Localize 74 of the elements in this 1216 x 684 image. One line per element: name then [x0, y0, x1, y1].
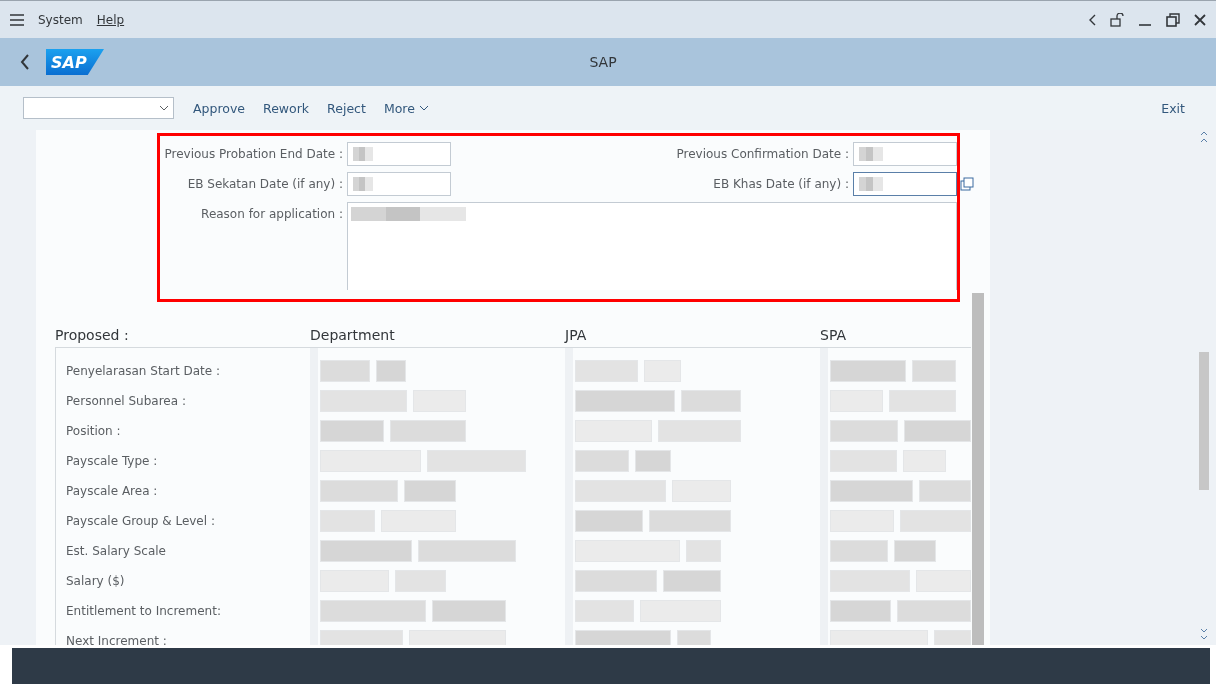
window-title: SAP: [588, 54, 618, 70]
back-icon[interactable]: [1088, 13, 1096, 26]
date-field[interactable]: [347, 172, 451, 196]
redacted-value: [900, 510, 971, 532]
redacted-value: [859, 147, 883, 161]
row-label: Payscale Area :: [65, 483, 159, 500]
menu-item[interactable]: Help: [96, 12, 125, 27]
redacted-value: [918, 480, 971, 502]
more-button[interactable]: More: [374, 96, 438, 120]
redacted-value: [353, 147, 373, 161]
toolbar-button[interactable]: Rework: [254, 96, 319, 120]
menu-item[interactable]: System: [38, 12, 83, 27]
unlock-icon[interactable]: [1110, 12, 1124, 27]
row-label: Entitlement to Increment:: [65, 603, 222, 620]
redacted-value: [859, 177, 883, 191]
back-icon[interactable]: [20, 54, 30, 70]
redacted-value: [830, 450, 897, 472]
column-header: Department: [310, 319, 565, 348]
value-help-icon[interactable]: [960, 177, 974, 191]
redacted-value: [575, 510, 643, 532]
row-label: Personnel Subarea :: [65, 393, 187, 410]
caret-icon: [418, 105, 429, 111]
column-header: Proposed :: [55, 319, 310, 348]
redacted-value: [376, 360, 406, 382]
logo: SAP: [46, 49, 104, 75]
command-field[interactable]: [23, 97, 174, 119]
field-label: EB Khas Date (if any) :: [712, 176, 850, 193]
date-field[interactable]: [853, 142, 957, 166]
scroll-down-icon[interactable]: [1200, 627, 1208, 641]
field-label: EB Sekatan Date (if any) :: [186, 176, 344, 193]
redacted-value: [575, 450, 629, 472]
close-icon[interactable]: [1194, 13, 1206, 26]
redacted-value: [681, 390, 741, 412]
row-label: Penyelarasan Start Date :: [65, 363, 221, 380]
redacted-value: [686, 540, 721, 562]
redacted-value: [903, 420, 971, 442]
redacted-value: [320, 360, 370, 382]
row-label: Est. Salary Scale: [65, 543, 167, 560]
row-label: Salary ($): [65, 573, 126, 590]
field-label: Previous Probation End Date :: [163, 146, 344, 163]
column-header: JPA: [565, 319, 820, 348]
redacted-value: [916, 570, 971, 592]
redacted-value: [889, 390, 956, 412]
row-label: Payscale Group & Level :: [65, 513, 216, 530]
restore-icon[interactable]: [1166, 12, 1180, 27]
redacted-value: [830, 540, 888, 562]
scrollbar[interactable]: [972, 293, 984, 645]
redacted-value: [320, 420, 384, 442]
caret-icon: [159, 105, 169, 111]
column-header: SPA: [820, 319, 971, 348]
redacted-value: [395, 570, 446, 592]
field-label: Reason for application :: [200, 206, 344, 223]
exit-button[interactable]: Exit: [1152, 96, 1194, 120]
redacted-value: [320, 510, 375, 532]
redacted-value: [635, 450, 671, 472]
toolbar-button[interactable]: Reject: [318, 96, 375, 120]
date-field[interactable]: [347, 142, 451, 166]
redacted-value: [353, 177, 373, 191]
scrollbar-thumb[interactable]: [1199, 352, 1209, 490]
scroll-up-icon[interactable]: [1200, 130, 1208, 144]
redacted-value: [912, 360, 956, 382]
redacted-value: [404, 480, 456, 502]
redacted-value: [830, 420, 898, 442]
redacted-value: [663, 570, 721, 592]
redacted-value: [830, 600, 891, 622]
menu-icon[interactable]: [10, 13, 24, 26]
toolbar-button[interactable]: Approve: [184, 96, 255, 120]
row-label: Position :: [65, 423, 122, 440]
redacted-value: [575, 360, 638, 382]
row-label: Next Increment :: [65, 633, 168, 645]
row-label: Payscale Type :: [65, 453, 159, 470]
redacted-value: [575, 600, 634, 622]
field-label: Previous Confirmation Date :: [675, 146, 850, 163]
redacted-value: [894, 540, 936, 562]
